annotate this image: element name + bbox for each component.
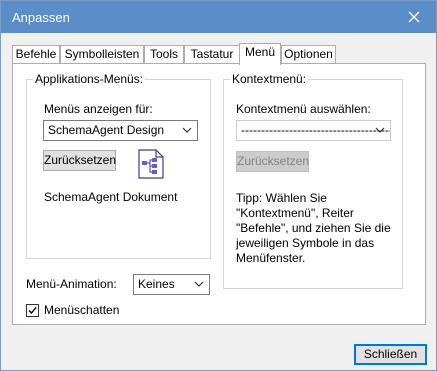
tab-optionen[interactable]: Optionen xyxy=(281,45,336,64)
chevron-down-icon xyxy=(182,127,192,133)
context-reset-button[interactable]: Zurücksetzen xyxy=(236,151,309,172)
context-menu-legend: Kontextmenü: xyxy=(230,72,309,86)
tab-tastatur[interactable]: Tastatur xyxy=(184,45,240,64)
doc-caption: SchemaAgent Dokument xyxy=(44,190,178,204)
shadow-checkbox[interactable] xyxy=(26,304,39,317)
context-tip: Tipp: Wählen Sie "Kontextmenü", Reiter "… xyxy=(236,191,391,265)
menu-tab-panel: Applikations-Menüs: Menüs anzeigen für: … xyxy=(12,63,426,325)
close-icon[interactable] xyxy=(392,1,436,33)
context-select[interactable]: ---------------------------------------- xyxy=(236,120,391,141)
tab-menu[interactable]: Menü xyxy=(239,43,281,65)
checkmark-icon xyxy=(28,307,37,315)
chevron-down-icon xyxy=(194,281,204,287)
animation-select[interactable]: Keines xyxy=(133,274,210,295)
customize-dialog: Anpassen Befehle Symbolleisten Tools Tas… xyxy=(0,0,437,371)
title-bar: Anpassen xyxy=(1,1,436,33)
animation-value: Keines xyxy=(138,277,175,291)
context-select-label: Kontextmenü auswählen: xyxy=(236,102,371,116)
show-for-label: Menüs anzeigen für: xyxy=(44,102,153,116)
schema-document-icon xyxy=(138,149,164,179)
show-for-select[interactable]: SchemaAgent Design xyxy=(43,120,198,141)
show-for-value: SchemaAgent Design xyxy=(48,123,165,137)
animation-label: Menü-Animation: xyxy=(26,277,117,291)
tab-symbolleisten[interactable]: Symbolleisten xyxy=(60,45,144,64)
close-button[interactable]: Schließen xyxy=(354,344,427,365)
context-select-value: ---------------------------------------- xyxy=(241,123,391,137)
window-title: Anpassen xyxy=(12,10,70,25)
shadow-label[interactable]: Menüschatten xyxy=(44,303,119,317)
tab-tools[interactable]: Tools xyxy=(144,45,184,64)
app-reset-button[interactable]: Zurücksetzen xyxy=(43,150,116,171)
tab-befehle[interactable]: Befehle xyxy=(12,45,60,64)
app-menus-legend: Applikations-Menüs: xyxy=(33,72,146,86)
chevron-down-icon xyxy=(375,127,385,133)
